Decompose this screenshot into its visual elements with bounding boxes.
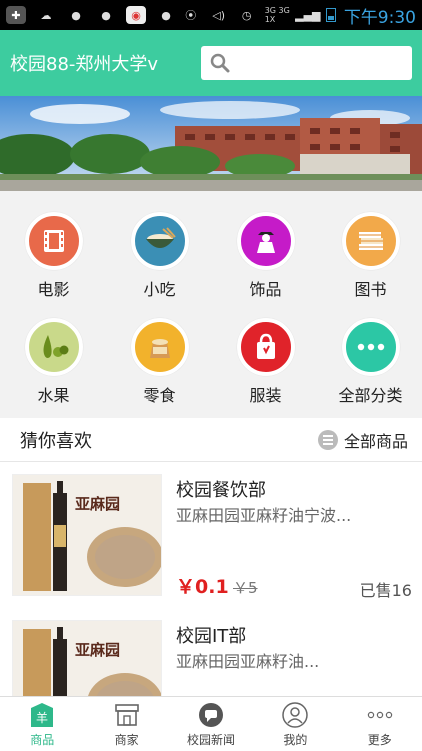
category-clothing[interactable]: 服装 <box>213 318 318 418</box>
search-input[interactable] <box>201 46 412 80</box>
tab-merchants[interactable]: 商家 <box>84 697 168 751</box>
product-sold-count: 已售16 <box>359 581 412 600</box>
svg-text:亚麻园: 亚麻园 <box>75 495 120 513</box>
tab-campus-news[interactable]: 校园新闻 <box>169 697 253 751</box>
product-original-price: ￥5 <box>233 579 258 597</box>
category-all[interactable]: 全部分类 <box>318 318 422 418</box>
tab-more[interactable]: 更多 <box>338 697 422 751</box>
search-icon <box>209 52 231 74</box>
category-movie[interactable]: 电影 <box>1 212 106 312</box>
all-products-link[interactable]: 全部商品 <box>317 428 408 452</box>
status-bar: ✚ ☁ ● ● ◉ ● ⦿ ◁) ◷ 3G 3G 1X ▂▄▆ 下午9:30 <box>0 0 422 30</box>
category-label: 饰品 <box>249 280 282 299</box>
product-description: 亚麻田园亚麻籽油... <box>176 652 320 671</box>
shopping-bag-icon <box>236 318 295 376</box>
wechat-2-icon: ● <box>161 8 171 22</box>
snack-bag-icon <box>130 318 189 376</box>
battery-icon <box>325 8 336 22</box>
app-header: 校园88-郑州大学v <box>0 30 422 96</box>
tab-goods[interactable]: 羊 商品 <box>0 697 84 751</box>
category-grid: 电影 小吃 饰品 图书 水果 零食 服装 全部分类 <box>0 191 422 415</box>
shop-icon <box>114 702 140 728</box>
category-label: 图书 <box>354 280 387 299</box>
svg-text:羊: 羊 <box>36 710 48 725</box>
product-card[interactable]: 亚麻园 校园IT部 亚麻田园亚麻籽油... <box>0 608 422 696</box>
books-icon <box>341 212 400 270</box>
alarm-icon: ◷ <box>241 8 252 22</box>
wechat-icon: ● <box>71 8 81 22</box>
weibo-icon: ◉ <box>126 6 146 24</box>
product-image: 亚麻园 <box>12 474 162 596</box>
tab-label: 商家 <box>114 733 139 747</box>
category-label: 服装 <box>249 386 282 405</box>
category-label: 小吃 <box>143 280 176 299</box>
tab-label: 我的 <box>283 733 308 747</box>
network-indicator: 3G 3G 1X <box>264 6 290 24</box>
category-snacks[interactable]: 零食 <box>107 318 212 418</box>
bowl-icon <box>130 212 189 270</box>
film-icon <box>24 212 83 270</box>
figure-icon <box>236 212 295 270</box>
product-description: 亚麻田园亚麻籽油宁波... <box>176 506 352 525</box>
more-dots-icon <box>341 318 400 376</box>
list-icon <box>317 429 338 450</box>
more-dots-icon <box>367 702 393 728</box>
product-price: ￥0.1 <box>176 576 229 598</box>
signal-icon: ▂▄▆ <box>295 8 321 22</box>
product-list: 亚麻园 校园餐饮部 亚麻田园亚麻籽油宁波... ￥0.1 ￥5 已售16 亚麻园 <box>0 462 422 696</box>
tab-label: 校园新闻 <box>186 733 235 747</box>
product-shop-name: 校园IT部 <box>176 626 247 647</box>
add-notification-icon: ✚ <box>6 6 26 24</box>
tab-me[interactable]: 我的 <box>253 697 337 751</box>
category-books[interactable]: 图书 <box>318 212 422 312</box>
campus-banner-image <box>0 96 422 191</box>
category-label: 水果 <box>37 386 70 405</box>
category-fruit[interactable]: 水果 <box>1 318 106 418</box>
user-icon <box>282 702 309 728</box>
volume-icon: ◁) <box>212 8 226 22</box>
product-image: 亚麻园 <box>12 620 162 696</box>
category-label: 电影 <box>37 280 70 299</box>
campus-selector[interactable]: 校园88-郑州大学v <box>10 50 158 76</box>
svg-text:亚麻园: 亚麻园 <box>75 641 120 659</box>
bottom-tab-bar: 羊 商品 商家 校园新闻 我的 更多 <box>0 696 422 751</box>
section-title: 猜你喜欢 <box>20 430 92 452</box>
app-root: ✚ ☁ ● ● ◉ ● ⦿ ◁) ◷ 3G 3G 1X ▂▄▆ 下午9:30 校… <box>0 0 422 751</box>
wechat-alt-icon: ● <box>101 8 111 22</box>
tab-label: 商品 <box>30 733 55 747</box>
all-products-label: 全部商品 <box>343 431 408 451</box>
tab-label: 更多 <box>367 733 392 747</box>
category-label: 零食 <box>143 386 176 405</box>
category-label: 全部分类 <box>338 386 403 405</box>
fruit-icon <box>24 318 83 376</box>
store-goods-icon: 羊 <box>29 702 55 728</box>
chat-bubble-icon <box>198 702 224 728</box>
vibrate-icon: ⦿ <box>185 9 197 22</box>
status-time: 下午9:30 <box>343 7 416 28</box>
category-accessories[interactable]: 饰品 <box>213 212 318 312</box>
product-shop-name: 校园餐饮部 <box>176 480 266 501</box>
campus-banner[interactable] <box>0 96 422 191</box>
recommend-section-header: 猜你喜欢 全部商品 <box>0 418 422 462</box>
product-card[interactable]: 亚麻园 校园餐饮部 亚麻田园亚麻籽油宁波... ￥0.1 ￥5 已售16 <box>0 462 422 607</box>
weather-icon: ☁ <box>40 8 52 22</box>
category-snack[interactable]: 小吃 <box>107 212 212 312</box>
